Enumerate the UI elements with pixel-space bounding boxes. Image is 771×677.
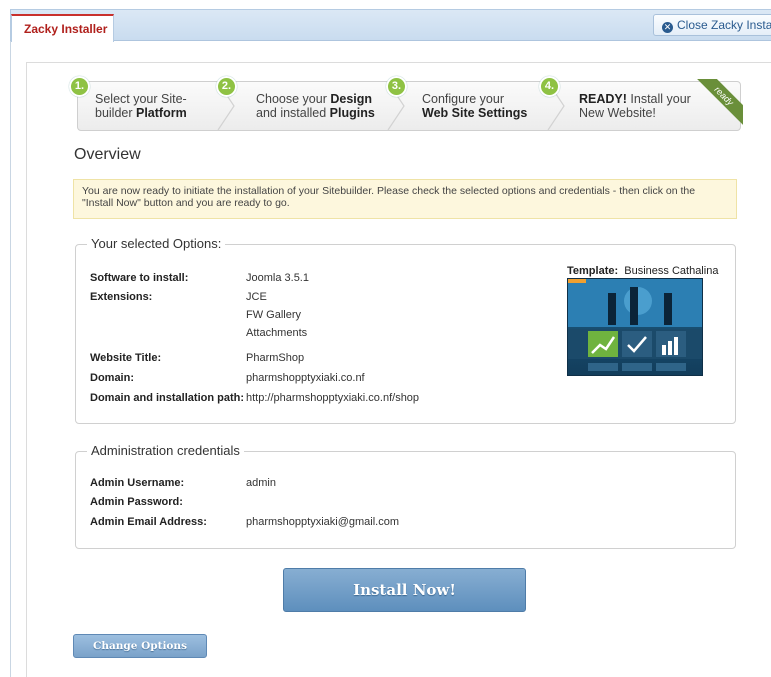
tab-zacky-installer[interactable]: Zacky Installer — [11, 14, 114, 42]
close-icon: ✕ — [662, 22, 673, 33]
close-installer-button[interactable]: ✕ Close Zacky Installer — [653, 14, 771, 36]
admin-username-label: Admin Username: — [90, 477, 185, 489]
website-title-value: PharmShop — [246, 352, 305, 364]
software-value: Joomla 3.5.1 — [246, 272, 309, 284]
template-preview-image — [567, 278, 703, 376]
credentials-legend: Administration credentials — [87, 443, 244, 458]
step-1-text: Select your Site- builder Platform — [95, 92, 187, 120]
step-3-badge: 3. — [386, 76, 407, 97]
website-title-label: Website Title: — [90, 352, 162, 364]
admin-password-label: Admin Password: — [90, 496, 183, 508]
admin-username-value: admin — [246, 477, 276, 489]
path-label: Domain and installation path: — [90, 392, 245, 404]
step-3-text: Configure your Web Site Settings — [422, 92, 528, 120]
template-preview-graphic — [568, 279, 702, 371]
domain-value: pharmshopptyxiaki.co.nf — [246, 372, 365, 384]
admin-email-label: Admin Email Address: — [90, 516, 207, 528]
step-2-badge: 2. — [216, 76, 237, 97]
installer-tab-bar: Zacky Installer ✕ Close Zacky Installer — [10, 9, 771, 42]
step-progress-bar: Select your Site- builder Platform Choos… — [77, 81, 741, 131]
tab-label: Zacky Installer — [24, 22, 108, 36]
step-1-badge: 1. — [69, 76, 90, 97]
software-label: Software to install: — [90, 272, 189, 284]
options-legend: Your selected Options: — [87, 236, 226, 251]
step-4-text: READY! Install your New Website! — [579, 92, 691, 120]
domain-label: Domain: — [90, 372, 134, 384]
step-2-text: Choose your Design and installed Plugins — [256, 92, 375, 120]
step-4-badge: 4. — [539, 76, 560, 97]
extension-item: FW Gallery — [246, 309, 301, 321]
admin-email-value: pharmshopptyxiaki@gmail.com — [246, 516, 400, 528]
path-value: http://pharmshopptyxiaki.co.nf/shop — [246, 392, 420, 404]
extension-item: Attachments — [246, 327, 308, 339]
install-now-button[interactable]: Install Now! — [283, 568, 526, 612]
page-title: Overview — [74, 146, 141, 163]
change-options-button[interactable]: Change Options — [73, 634, 207, 658]
ready-ribbon: ready — [697, 79, 743, 125]
template-caption: Template: Business Cathalina — [567, 265, 719, 277]
extension-item: JCE — [246, 291, 267, 303]
frame-border — [10, 41, 11, 677]
info-notice: You are now ready to initiate the instal… — [73, 179, 737, 219]
extensions-label: Extensions: — [90, 291, 153, 303]
close-label: Close Zacky Installer — [677, 18, 771, 32]
